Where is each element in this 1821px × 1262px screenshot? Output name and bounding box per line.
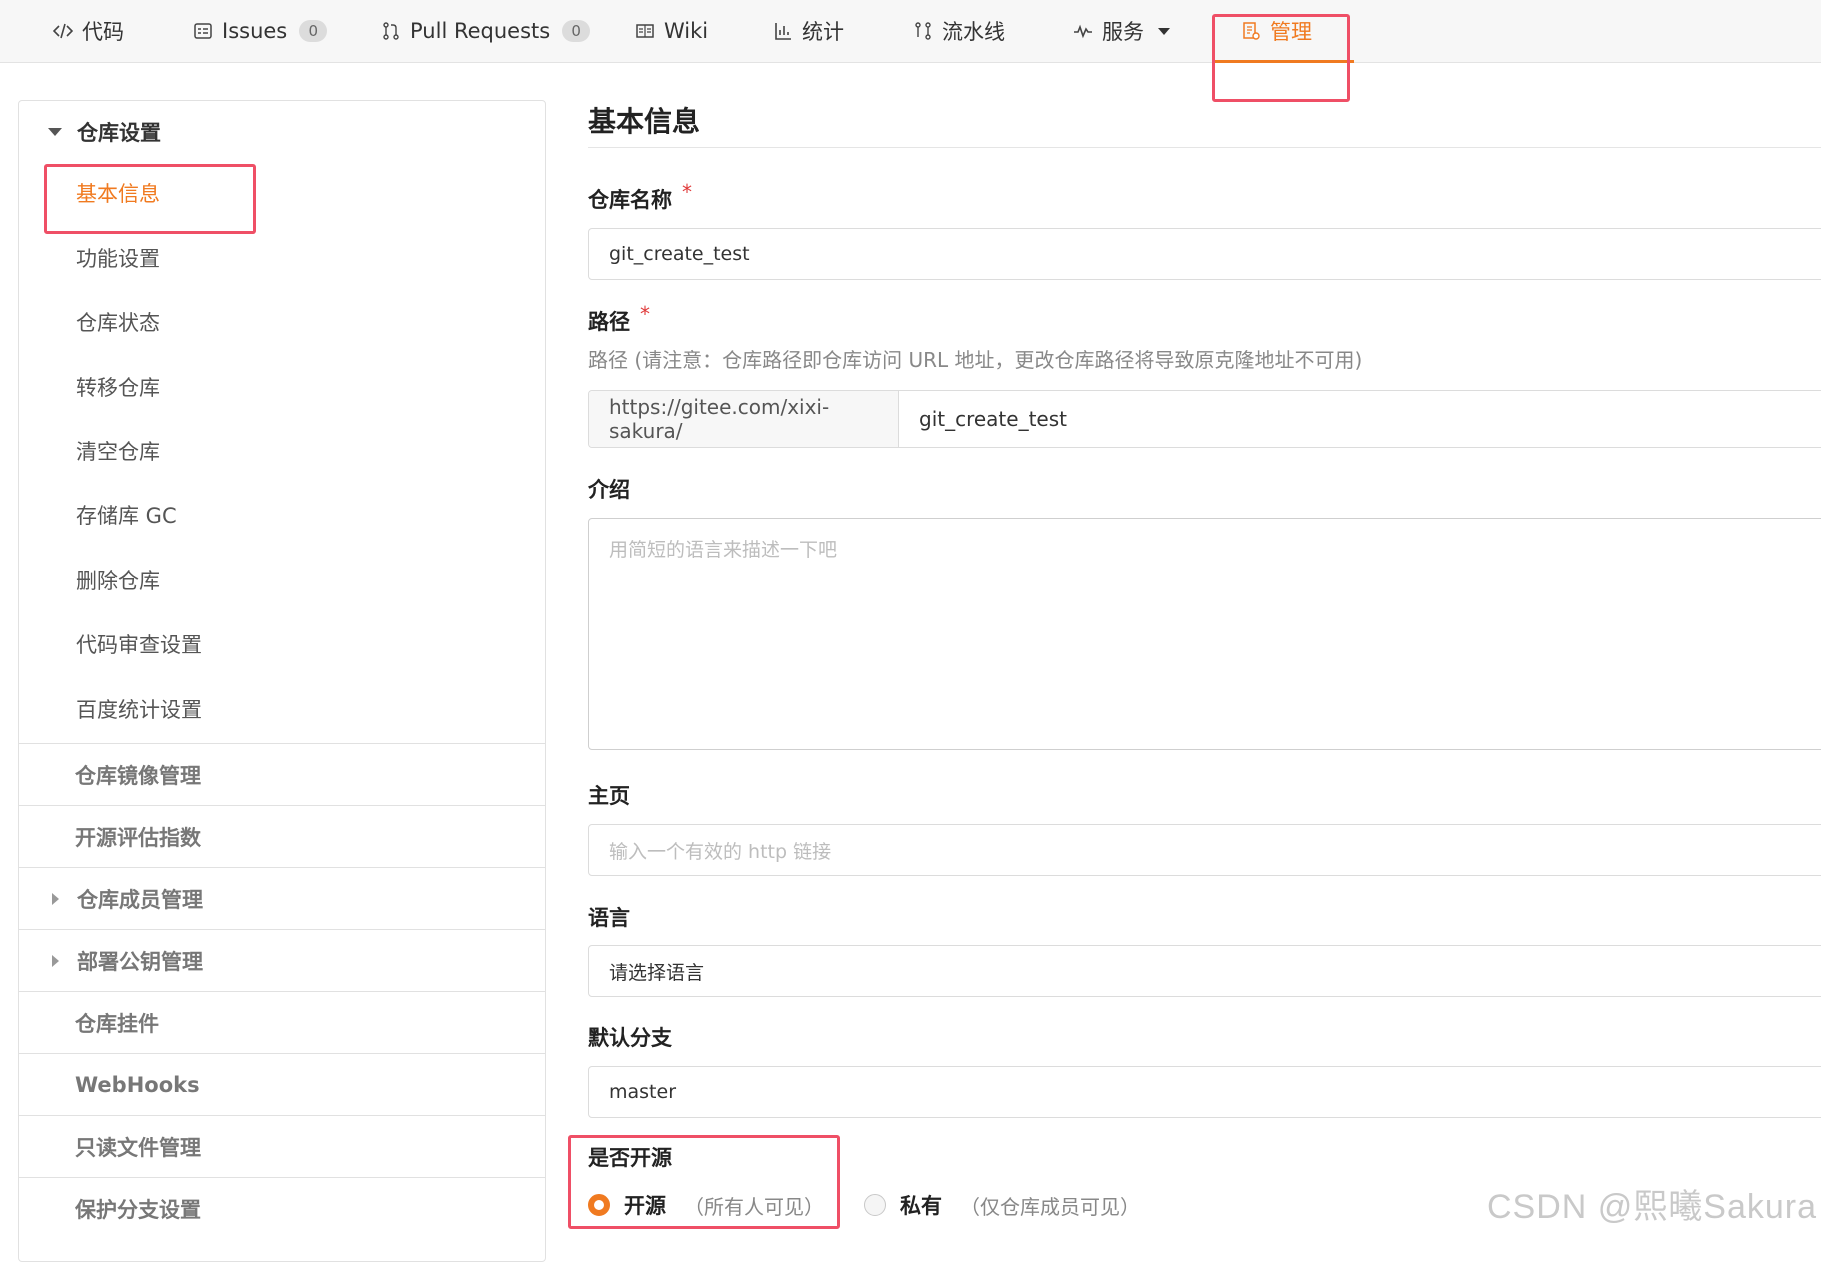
highlight-manage-tab [1212,14,1350,102]
tab-service[interactable]: 服务 [1072,0,1170,62]
intro-label: 介绍 [588,478,630,502]
tab-label: 服务 [1102,20,1144,44]
option-private-label: 私有 [900,1194,942,1218]
required-mark: * [682,180,692,204]
title-divider [588,147,1821,148]
csdn-watermark: CSDN @熙曦Sakura [1486,1188,1817,1226]
sidebar-section-label: WebHooks [75,1072,200,1097]
tab-label: 统计 [802,20,844,44]
sidebar-section-widgets[interactable]: 仓库挂件 [19,991,545,1053]
sidebar-section-mirror[interactable]: 仓库镜像管理 [19,743,545,805]
highlight-visibility [568,1135,840,1229]
caret-right-icon [43,954,67,967]
sidebar-section-label: 仓库成员管理 [77,887,203,912]
default-branch-select[interactable]: master [588,1066,1821,1118]
tab-label: Issues [222,19,288,43]
sidebar-section-members[interactable]: 仓库成员管理 [19,867,545,929]
intro-textarea[interactable]: 用简短的语言来描述一下吧 [588,518,1821,750]
sidebar-item-features[interactable]: 功能设置 [76,238,160,278]
sidebar-section-deploy-keys[interactable]: 部署公钥管理 [19,929,545,991]
tab-pipeline[interactable]: 流水线 [912,0,1005,62]
path-input-group: https://gitee.com/xixi-sakura/ git_creat… [588,390,1821,448]
caret-down-icon [43,128,67,136]
highlight-basic-info [44,164,256,234]
issues-icon [192,20,214,42]
pull-request-icon [380,20,402,42]
default-branch-label: 默认分支 [588,1026,672,1050]
chevron-down-icon [1158,27,1170,35]
path-prefix: https://gitee.com/xixi-sakura/ [589,391,899,447]
settings-sidebar: 仓库设置 基本信息 功能设置 仓库状态 转移仓库 清空仓库 存储库 GC 删除仓… [18,100,546,1262]
sidebar-item-delete[interactable]: 删除仓库 [76,560,160,600]
sidebar-item-transfer[interactable]: 转移仓库 [76,367,160,407]
sidebar-section-label: 仓库镜像管理 [75,763,201,788]
page-title: 基本信息 [588,105,701,138]
radio-private[interactable] [864,1194,886,1216]
sidebar-section-label: 只读文件管理 [75,1135,201,1160]
language-select[interactable]: 请选择语言 [588,945,1821,997]
sidebar-item-gc[interactable]: 存储库 GC [76,495,177,535]
stats-icon [772,20,794,42]
pipeline-icon [912,20,934,42]
wiki-icon [634,20,656,42]
code-icon [52,20,74,42]
pr-count-badge: 0 [562,20,591,42]
path-hint: 路径 (请注意：仓库路径即仓库访问 URL 地址，更改仓库路径将导致原克隆地址不… [588,348,1363,372]
tab-pull-requests[interactable]: Pull Requests 0 [380,0,591,62]
tab-issues[interactable]: Issues 0 [192,0,328,62]
sidebar-item-clear[interactable]: 清空仓库 [76,431,160,471]
tab-label: Wiki [664,19,709,43]
sidebar-section-protected-branches[interactable]: 保护分支设置 [19,1177,545,1239]
caret-right-icon [43,892,67,905]
basic-info-form: 基本信息 仓库名称 * git_create_test 路径 * 路径 (请注意：仓… [588,62,1821,1240]
language-label: 语言 [588,906,630,930]
tab-wiki[interactable]: Wiki [634,0,708,62]
service-icon [1072,20,1094,42]
tab-label: Pull Requests [410,19,551,43]
required-mark: * [640,302,650,326]
tab-code[interactable]: 代码 [52,0,124,62]
sidebar-section-label: 仓库挂件 [75,1011,159,1036]
sidebar-section-label: 部署公钥管理 [77,949,203,974]
sidebar-group-repo-settings[interactable]: 仓库设置 [19,101,545,163]
sidebar-section-webhooks[interactable]: WebHooks [19,1053,545,1115]
sidebar-item-baidu-stats[interactable]: 百度统计设置 [76,689,202,729]
path-label: 路径 * [588,302,650,334]
sidebar-item-status[interactable]: 仓库状态 [76,302,160,342]
tab-stats[interactable]: 统计 [772,0,844,62]
sidebar-group-title: 仓库设置 [77,121,161,145]
path-input[interactable]: git_create_test [919,407,1067,431]
repo-top-nav: 代码 Issues 0 Pull Requests 0 Wiki 统计 流水线 [0,0,1821,63]
homepage-input[interactable]: 输入一个有效的 http 链接 [588,824,1821,876]
sidebar-item-code-review[interactable]: 代码审查设置 [76,624,202,664]
sidebar-section-oss-index[interactable]: 开源评估指数 [19,805,545,867]
repo-name-input[interactable]: git_create_test [588,228,1821,280]
issues-count-badge: 0 [299,20,328,42]
tab-label: 代码 [82,20,124,44]
tab-label: 流水线 [942,20,1005,44]
sidebar-section-readonly-files[interactable]: 只读文件管理 [19,1115,545,1177]
option-private-note: （仅仓库成员可见） [960,1194,1140,1219]
sidebar-section-label: 保护分支设置 [75,1197,201,1222]
repo-name-label: 仓库名称 * [588,180,692,212]
sidebar-section-label: 开源评估指数 [75,825,201,850]
homepage-label: 主页 [588,784,630,808]
